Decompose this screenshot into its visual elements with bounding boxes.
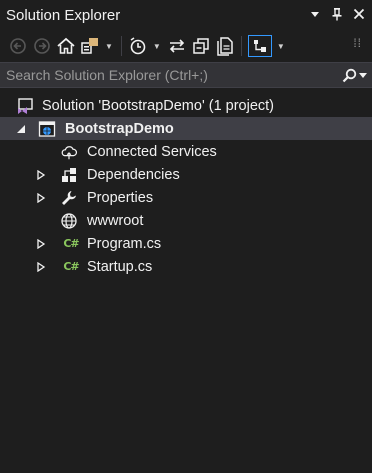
pending-changes-icon[interactable] xyxy=(128,34,148,58)
search-options[interactable] xyxy=(336,68,372,83)
switch-views-dropdown-icon[interactable]: ▼ xyxy=(105,42,113,51)
search-icon[interactable] xyxy=(342,68,357,83)
sync-dropdown-icon[interactable]: ▼ xyxy=(277,42,285,51)
tree-item-program-cs[interactable]: C# Program.cs xyxy=(0,232,372,255)
solution-explorer-toolbar: ▼ ▼ ▼ ⁞⁞ xyxy=(0,30,372,62)
collapsed-triangle-icon[interactable] xyxy=(35,169,47,181)
tree-item-label: Startup.cs xyxy=(87,258,153,275)
dependencies-icon xyxy=(60,166,78,184)
tree-item-label: Properties xyxy=(87,189,154,206)
pin-icon[interactable] xyxy=(328,4,346,24)
title-actions xyxy=(306,4,368,24)
expanded-triangle-icon[interactable] xyxy=(15,123,27,135)
project-label: BootstrapDemo xyxy=(65,120,174,137)
csharp-file-icon: C# xyxy=(63,237,79,250)
csharp-file-icon: C# xyxy=(63,260,79,273)
web-project-icon xyxy=(38,120,56,138)
toolbar-separator xyxy=(120,36,122,56)
visual-studio-solution-icon xyxy=(16,97,34,115)
toolbar-overflow-icon[interactable]: ⁞⁞ xyxy=(353,36,362,50)
tree-item-label: wwwroot xyxy=(87,212,144,229)
back-icon[interactable] xyxy=(8,34,28,58)
tree-item-dependencies[interactable]: Dependencies xyxy=(0,163,372,186)
wrench-icon xyxy=(60,189,78,207)
tree-item-wwwroot[interactable]: wwwroot xyxy=(0,209,372,232)
tree-solution-node[interactable]: Solution 'BootstrapDemo' (1 project) xyxy=(0,95,372,117)
solution-tree: Solution 'BootstrapDemo' (1 project) Boo… xyxy=(0,95,372,278)
collapsed-triangle-icon[interactable] xyxy=(35,238,47,250)
tree-item-startup-cs[interactable]: C# Startup.cs xyxy=(0,255,372,278)
window-position-dropdown-icon[interactable] xyxy=(306,4,324,24)
collapsed-triangle-icon[interactable] xyxy=(35,192,47,204)
forward-icon[interactable] xyxy=(32,34,52,58)
search-options-dropdown-icon[interactable] xyxy=(358,71,367,79)
panel-titlebar: Solution Explorer xyxy=(0,0,372,30)
collapse-all-icon[interactable] xyxy=(191,34,211,58)
search-bar xyxy=(0,62,372,88)
panel-title: Solution Explorer xyxy=(6,6,121,24)
tree-project-node[interactable]: BootstrapDemo xyxy=(0,117,372,140)
tree-item-label: Dependencies xyxy=(87,166,180,183)
tree-item-label: Program.cs xyxy=(87,235,162,252)
toolbar-separator xyxy=(240,36,242,56)
close-icon[interactable] xyxy=(350,4,368,24)
solution-label: Solution 'BootstrapDemo' (1 project) xyxy=(42,98,275,114)
tree-item-connected-services[interactable]: Connected Services xyxy=(0,140,372,163)
cloud-icon xyxy=(60,143,78,161)
collapsed-triangle-icon[interactable] xyxy=(35,261,47,273)
tree-item-properties[interactable]: Properties xyxy=(0,186,372,209)
tree-item-label: Connected Services xyxy=(87,143,217,160)
home-icon[interactable] xyxy=(56,34,76,58)
show-all-files-icon[interactable] xyxy=(215,34,235,58)
globe-icon xyxy=(60,212,78,230)
sync-with-active-document-icon[interactable] xyxy=(247,35,272,57)
switch-views-icon[interactable] xyxy=(80,34,100,58)
pending-changes-dropdown-icon[interactable]: ▼ xyxy=(153,42,161,51)
search-input[interactable] xyxy=(0,62,336,88)
sync-icon[interactable] xyxy=(167,34,187,58)
